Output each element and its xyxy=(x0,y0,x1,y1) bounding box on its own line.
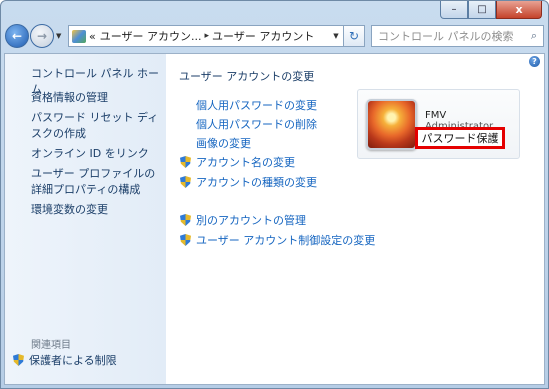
sidebar-item-link-online-id[interactable]: オンライン ID をリンク xyxy=(31,146,161,162)
sidebar: コントロール パネル ホーム 資格情報の管理 パスワード リセット ディスクの作… xyxy=(5,54,166,384)
breadcrumb-user-accounts-family[interactable]: ユーザー アカウン... xyxy=(100,28,202,44)
back-button[interactable]: ← xyxy=(5,24,29,48)
refresh-button[interactable]: ↻ xyxy=(344,25,365,47)
parental-controls-label: 保護者による制限 xyxy=(29,354,117,367)
breadcrumb-user-accounts[interactable]: ユーザー アカウント xyxy=(212,28,314,44)
uac-shield-icon xyxy=(180,176,191,188)
sidebar-item-credentials[interactable]: 資格情報の管理 xyxy=(31,90,161,106)
task-label: 個人用パスワードの削除 xyxy=(196,118,317,131)
task-change-uac-settings[interactable]: ユーザー アカウント制御設定の変更 xyxy=(180,232,375,248)
help-icon[interactable]: ? xyxy=(529,56,540,67)
close-button[interactable]: x xyxy=(496,1,542,19)
task-change-password[interactable]: 個人用パスワードの変更 xyxy=(196,97,317,113)
search-placeholder: コントロール パネルの検索 xyxy=(378,30,514,43)
task-label: アカウント名の変更 xyxy=(196,156,295,169)
search-icon[interactable]: ⌕ xyxy=(525,29,543,43)
account-card: FMV Administrator パスワード保護 xyxy=(357,89,520,159)
task-label: 別のアカウントの管理 xyxy=(196,214,306,227)
uac-shield-icon xyxy=(180,214,191,226)
page-title: ユーザー アカウントの変更 xyxy=(179,70,315,83)
task-manage-another-account[interactable]: 別のアカウントの管理 xyxy=(180,212,306,228)
task-label: ユーザー アカウント制御設定の変更 xyxy=(196,234,376,247)
task-change-picture[interactable]: 画像の変更 xyxy=(196,135,251,151)
related-heading: 関連項目 xyxy=(31,340,71,351)
main-panel: ? ユーザー アカウントの変更 個人用パスワードの変更 個人用パスワードの削除 … xyxy=(166,54,544,384)
breadcrumb-separator-icon[interactable]: ▸ xyxy=(205,31,210,41)
address-bar[interactable]: « ユーザー アカウン... ▸ ユーザー アカウント ▼ xyxy=(68,25,344,47)
search-box[interactable]: コントロール パネルの検索 ⌕ xyxy=(371,25,544,47)
task-change-account-type[interactable]: アカウントの種類の変更 xyxy=(180,174,317,190)
minimize-button[interactable]: – xyxy=(440,1,468,19)
content-area: コントロール パネル ホーム 資格情報の管理 パスワード リセット ディスクの作… xyxy=(4,53,545,385)
uac-shield-icon xyxy=(180,156,191,168)
control-panel-window: – □ x ← → ▼ « ユーザー アカウン... ▸ ユーザー アカウント … xyxy=(0,0,549,389)
uac-shield-icon xyxy=(13,354,24,366)
recent-pages-button[interactable]: ▼ xyxy=(56,32,64,40)
task-remove-password[interactable]: 個人用パスワードの削除 xyxy=(196,116,317,132)
maximize-button[interactable]: □ xyxy=(468,1,496,19)
account-name: FMV xyxy=(425,110,447,121)
caption-buttons: – □ x xyxy=(440,1,542,19)
control-panel-icon xyxy=(72,29,86,43)
address-dropdown-icon[interactable]: ▼ xyxy=(329,32,343,40)
sidebar-item-parental-controls[interactable]: 保護者による制限 xyxy=(13,352,117,368)
forward-button[interactable]: → xyxy=(30,24,54,48)
sidebar-item-profile-properties[interactable]: ユーザー プロファイルの詳細プロパティの構成 xyxy=(31,166,161,198)
sidebar-links: 資格情報の管理 パスワード リセット ディスクの作成 オンライン ID をリンク… xyxy=(31,90,161,222)
task-label: 個人用パスワードの変更 xyxy=(196,99,317,112)
navigation-bar: ← → ▼ « ユーザー アカウン... ▸ ユーザー アカウント ▼ ↻ コン… xyxy=(5,23,544,49)
user-avatar[interactable] xyxy=(366,99,417,150)
task-change-account-name[interactable]: アカウント名の変更 xyxy=(180,154,295,170)
breadcrumb-overflow[interactable]: « xyxy=(89,30,96,43)
sidebar-item-environment-variables[interactable]: 環境変数の変更 xyxy=(31,202,161,218)
sidebar-item-password-reset-disk[interactable]: パスワード リセット ディスクの作成 xyxy=(31,110,161,142)
uac-shield-icon xyxy=(180,234,191,246)
task-label: アカウントの種類の変更 xyxy=(196,176,317,189)
password-protected-status: パスワード保護 xyxy=(415,127,505,149)
task-label: 画像の変更 xyxy=(196,137,251,150)
